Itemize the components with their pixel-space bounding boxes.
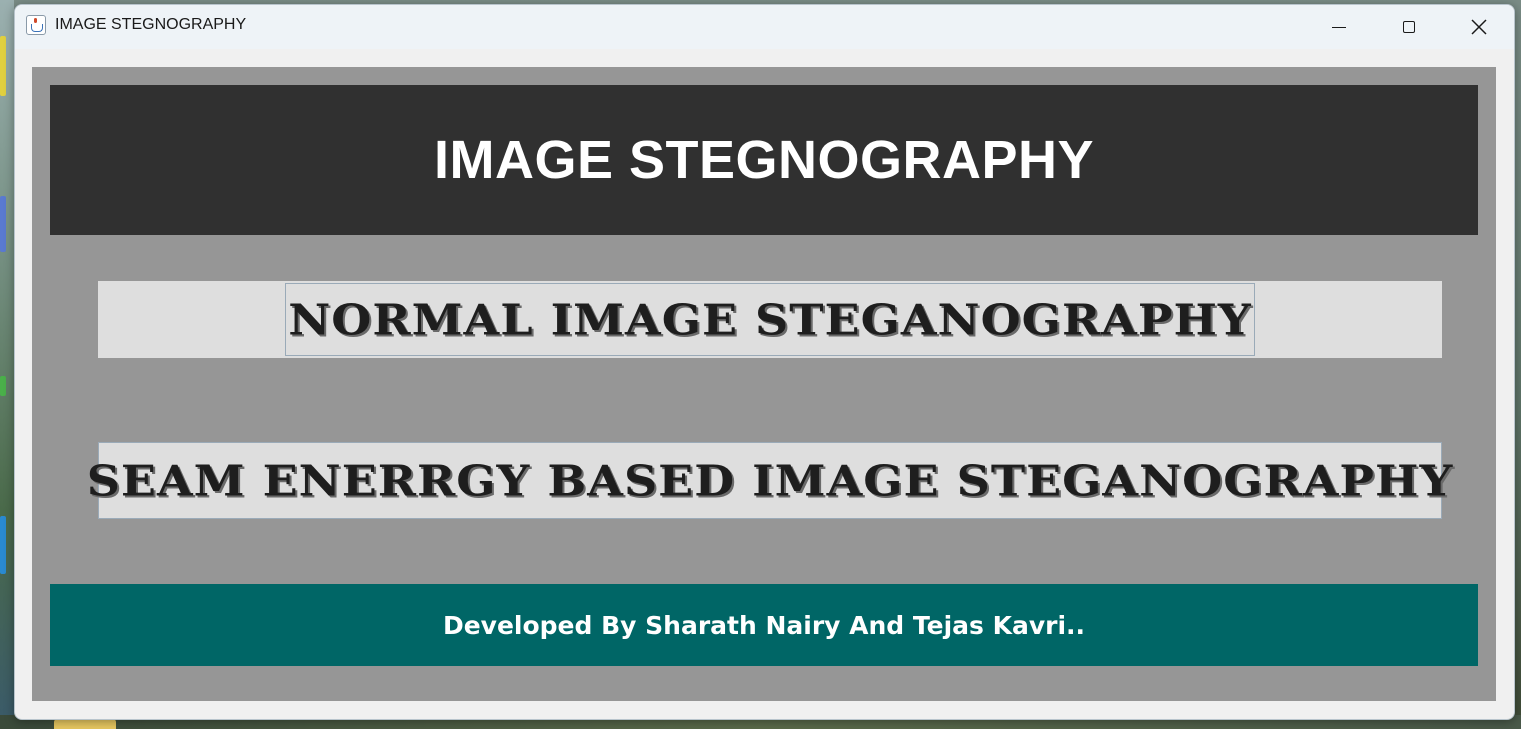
- page-title: IMAGE STEGNOGRAPHY: [433, 130, 1095, 190]
- desktop-background: [0, 0, 14, 729]
- minimize-icon: [1332, 26, 1346, 28]
- normal-steganography-label: NORMAL IMAGE STEGANOGRAPHY: [288, 294, 1252, 345]
- minimize-button[interactable]: [1304, 5, 1374, 49]
- normal-steganography-button[interactable]: NORMAL IMAGE STEGANOGRAPHY: [98, 281, 1442, 358]
- header-banner: IMAGE STEGNOGRAPHY: [50, 85, 1478, 235]
- maximize-icon: [1403, 21, 1415, 33]
- close-icon: [1471, 19, 1487, 35]
- app-window: IMAGE STEGNOGRAPHY IMAGE STEGNOGRAPHY NO…: [14, 4, 1515, 720]
- desktop-shortcut-icon[interactable]: [0, 516, 6, 574]
- footer-banner: Developed By Sharath Nairy And Tejas Kav…: [50, 584, 1478, 666]
- desktop-folder-icon[interactable]: [54, 719, 116, 729]
- desktop-shortcut-icon[interactable]: [0, 196, 6, 252]
- close-button[interactable]: [1444, 5, 1514, 49]
- title-bar[interactable]: IMAGE STEGNOGRAPHY: [15, 5, 1514, 49]
- seam-energy-steganography-label: SEAM ENERRGY BASED IMAGE STEGANOGRAPHY: [86, 455, 1454, 506]
- window-title: IMAGE STEGNOGRAPHY: [55, 16, 247, 33]
- main-panel: IMAGE STEGNOGRAPHY NORMAL IMAGE STEGANOG…: [32, 67, 1496, 701]
- maximize-button[interactable]: [1374, 5, 1444, 49]
- focus-ring: NORMAL IMAGE STEGANOGRAPHY: [285, 283, 1255, 356]
- desktop-shortcut-icon[interactable]: [0, 376, 6, 396]
- java-app-icon: [26, 15, 46, 35]
- seam-energy-steganography-button[interactable]: SEAM ENERRGY BASED IMAGE STEGANOGRAPHY: [87, 442, 1452, 519]
- developer-credit: Developed By Sharath Nairy And Tejas Kav…: [442, 610, 1086, 640]
- desktop-shortcut-icon[interactable]: [0, 36, 6, 96]
